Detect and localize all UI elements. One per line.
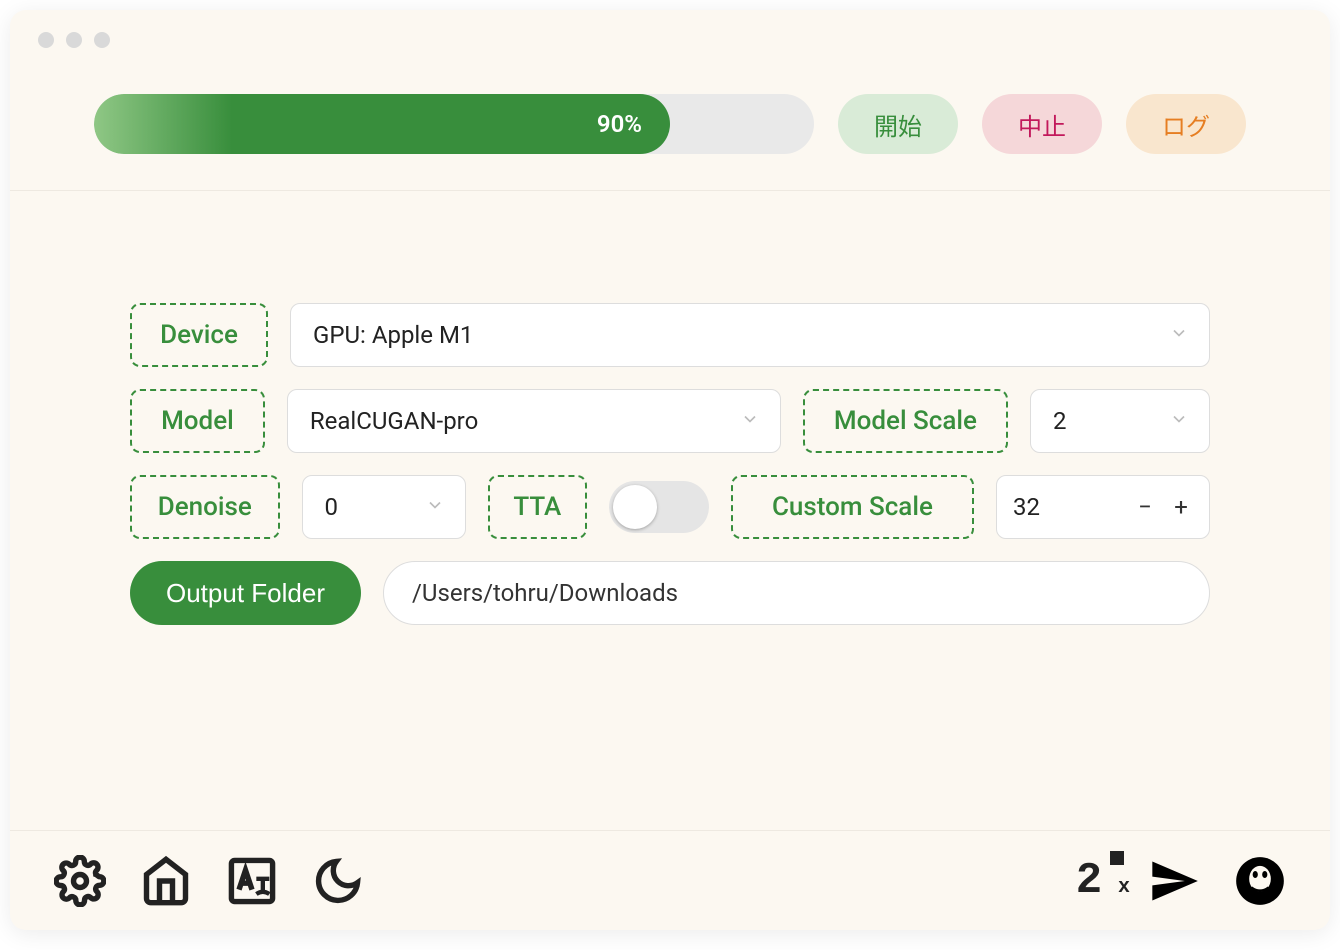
app-window: 90% 開始 中止 ログ Device GPU: Apple M1 Model …: [10, 10, 1330, 930]
row-output: Output Folder /Users/tohru/Downloads: [130, 561, 1210, 625]
traffic-light-minimize[interactable]: [66, 32, 82, 48]
qq-icon[interactable]: [1234, 855, 1286, 907]
header: 90% 開始 中止 ログ: [10, 70, 1330, 191]
progress-fill: 90%: [94, 94, 670, 154]
traffic-light-close[interactable]: [38, 32, 54, 48]
chevron-down-icon: [1169, 321, 1189, 349]
row-denoise: Denoise 0 TTA Custom Scale 32 − +: [130, 475, 1210, 539]
denoise-value: 0: [325, 493, 339, 521]
send-icon[interactable]: [1148, 855, 1200, 907]
output-folder-value: /Users/tohru/Downloads: [412, 579, 678, 607]
model-select[interactable]: RealCUGAN-pro: [287, 389, 781, 453]
model-value: RealCUGAN-pro: [310, 407, 478, 435]
label-custom-scale: Custom Scale: [731, 475, 974, 539]
chevron-down-icon: [425, 493, 445, 521]
settings-form: Device GPU: Apple M1 Model RealCUGAN-pro…: [10, 191, 1330, 625]
custom-scale-stepper[interactable]: 32 − +: [996, 475, 1210, 539]
moon-icon[interactable]: [312, 855, 364, 907]
label-model-scale: Model Scale: [803, 389, 1008, 453]
toggle-knob: [613, 485, 657, 529]
traffic-light-zoom[interactable]: [94, 32, 110, 48]
chevron-down-icon: [1169, 407, 1189, 435]
label-device: Device: [130, 303, 268, 367]
footer: 2 x: [10, 830, 1330, 930]
tta-toggle[interactable]: [609, 481, 709, 533]
label-denoise: Denoise: [130, 475, 280, 539]
language-icon[interactable]: [226, 855, 278, 907]
start-button[interactable]: 開始: [838, 94, 958, 154]
home-icon[interactable]: [140, 855, 192, 907]
row-model: Model RealCUGAN-pro Model Scale 2: [130, 389, 1210, 453]
decrement-button[interactable]: −: [1133, 493, 1157, 521]
stop-button[interactable]: 中止: [982, 94, 1102, 154]
device-select[interactable]: GPU: Apple M1: [290, 303, 1210, 367]
device-value: GPU: Apple M1: [313, 321, 473, 349]
increment-button[interactable]: +: [1169, 493, 1193, 521]
waifu2x-icon[interactable]: 2 x: [1062, 855, 1114, 907]
pixel-icon: [1110, 851, 1124, 865]
model-scale-value: 2: [1053, 407, 1067, 435]
model-scale-select[interactable]: 2: [1030, 389, 1210, 453]
settings-icon[interactable]: [54, 855, 106, 907]
progress-bar: 90%: [94, 94, 814, 154]
label-model: Model: [130, 389, 265, 453]
chevron-down-icon: [740, 407, 760, 435]
titlebar: [10, 10, 1330, 70]
output-folder-button[interactable]: Output Folder: [130, 561, 361, 625]
custom-scale-value: 32: [1013, 493, 1121, 521]
label-tta: TTA: [488, 475, 588, 539]
row-device: Device GPU: Apple M1: [130, 303, 1210, 367]
log-button[interactable]: ログ: [1126, 94, 1246, 154]
output-folder-input[interactable]: /Users/tohru/Downloads: [383, 561, 1210, 625]
progress-label: 90%: [597, 110, 642, 138]
denoise-select[interactable]: 0: [302, 475, 466, 539]
